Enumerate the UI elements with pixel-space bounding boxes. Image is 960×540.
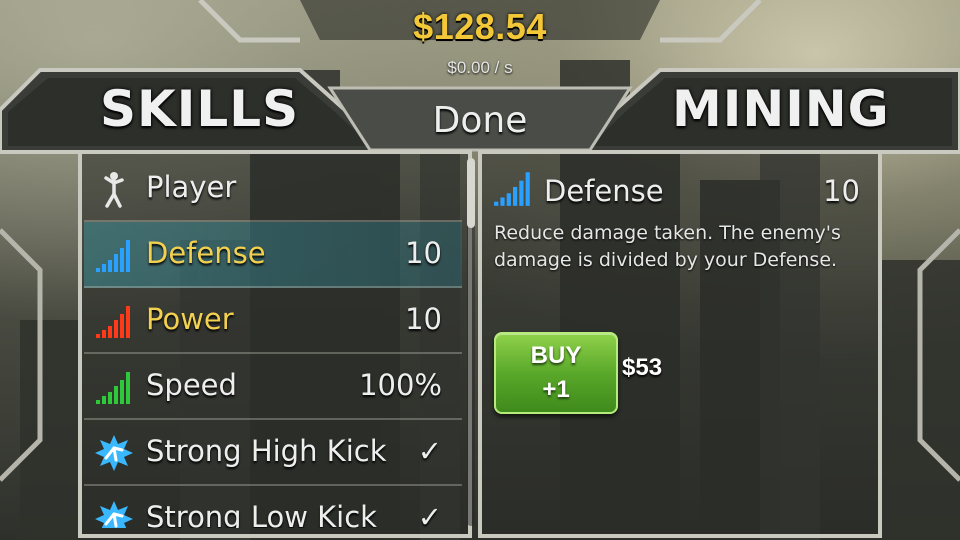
buy-price: $53 <box>622 354 663 381</box>
list-item-label: Player <box>146 170 237 204</box>
list-item-speed[interactable]: Speed 100% <box>84 354 462 420</box>
player-figure-icon <box>104 172 124 208</box>
tab-mining[interactable]: MINING <box>672 80 890 138</box>
buy-button[interactable]: BUY +1 <box>494 332 618 414</box>
kick-burst-icon <box>95 501 133 528</box>
list-scrollbar[interactable] <box>467 158 475 526</box>
list-item-defense[interactable]: Defense 10 <box>84 222 462 288</box>
list-item-player[interactable]: Player <box>84 156 462 222</box>
list-item-value: 10 <box>405 236 442 270</box>
list-item-power[interactable]: Power 10 <box>84 288 462 354</box>
buy-amount: +1 <box>542 376 570 403</box>
list-item-strong-high-kick[interactable]: Strong High Kick ✓ <box>84 420 462 486</box>
money-total: $128.54 <box>413 6 547 47</box>
tab-skills[interactable]: SKILLS <box>100 80 299 138</box>
list-item-value: 10 <box>405 302 442 336</box>
scrollbar-thumb[interactable] <box>467 158 475 228</box>
list-item-label: Strong Low Kick <box>146 500 377 528</box>
defense-bars-icon <box>494 172 530 206</box>
list-item-strong-low-kick[interactable]: Strong Low Kick ✓ <box>84 486 462 528</box>
detail-value: 10 <box>823 174 860 208</box>
list-item-label: Strong High Kick <box>146 434 387 468</box>
kick-burst-icon <box>95 435 133 471</box>
defense-bars-icon <box>96 240 130 272</box>
detail-description: Reduce damage taken. The enemy's damage … <box>494 222 841 271</box>
buy-label: BUY <box>530 342 582 369</box>
speed-bars-icon <box>96 372 130 404</box>
checkmark-icon: ✓ <box>417 500 442 528</box>
skills-list[interactable]: Player Defense 10 Power 10 Speed 100% St… <box>84 156 462 528</box>
done-button[interactable]: Done <box>390 92 570 148</box>
list-item-label: Defense <box>146 236 266 270</box>
income-rate: $0.00 / s <box>447 58 513 77</box>
list-item-label: Power <box>146 302 234 336</box>
power-bars-icon <box>96 306 130 338</box>
skill-detail-panel: Defense 10 Reduce damage taken. The enem… <box>484 160 876 528</box>
detail-title: Defense <box>544 174 664 208</box>
list-item-value: 100% <box>359 368 442 402</box>
list-item-label: Speed <box>146 368 237 402</box>
checkmark-icon: ✓ <box>417 434 442 468</box>
